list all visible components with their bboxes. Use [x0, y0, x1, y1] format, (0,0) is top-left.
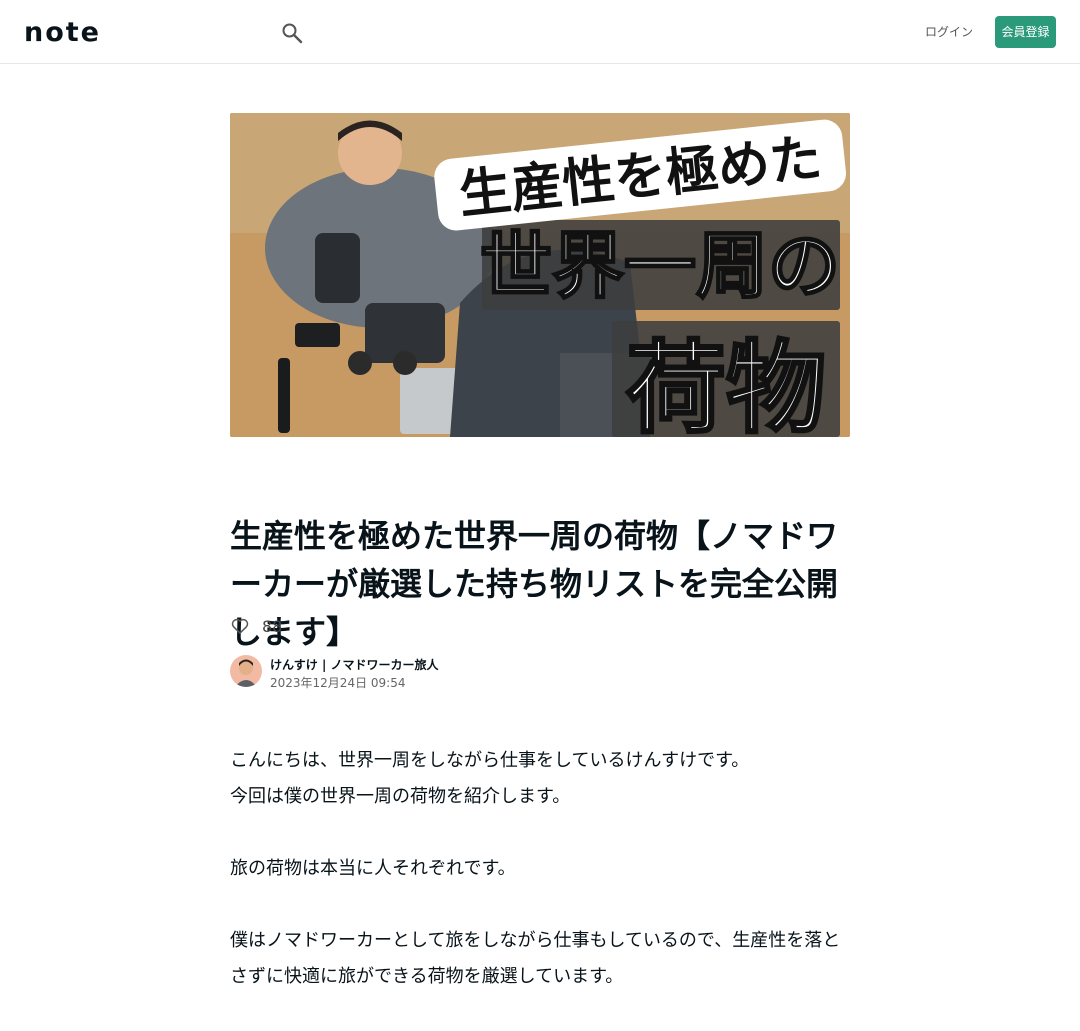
- hero-caption-3: 荷物: [626, 329, 826, 437]
- hero-illustration: 生産性を極めた 世界一周の 荷物: [230, 113, 850, 437]
- article-title: 生産性を極めた世界一周の荷物【ノマドワーカーが厳選した持ち物リストを完全公開しま…: [230, 517, 839, 651]
- site-header: note ログイン 会員登録: [0, 0, 1080, 64]
- article-body: こんにちは、世界一周をしながら仕事をしているけんすけです。 今回は僕の世界一周の…: [230, 743, 850, 1031]
- note-logo[interactable]: note: [24, 20, 124, 44]
- paragraph: こんにちは、世界一周をしながら仕事をしているけんすけです。 今回は僕の世界一周の…: [230, 750, 750, 807]
- heart-icon[interactable]: [230, 616, 250, 636]
- paragraph: 僕はノマドワーカーとして旅をしながら仕事もしているので、生産性を落とさずに快適に…: [230, 930, 841, 987]
- post-date: 2023年12月24日 09:54: [270, 676, 406, 690]
- paragraph: 旅の荷物は本当に人それぞれです。: [230, 858, 516, 879]
- hero-image: 生産性を極めた 世界一周の 荷物: [230, 113, 850, 437]
- search-icon[interactable]: [280, 21, 304, 45]
- like-row: 88: [230, 614, 282, 638]
- hero-caption-2: 世界一周の: [480, 223, 840, 308]
- author-avatar[interactable]: [230, 655, 262, 687]
- login-link[interactable]: ログイン: [924, 20, 974, 44]
- like-count: 88: [262, 616, 283, 636]
- author-name[interactable]: けんすけ | ノマドワーカー旅人: [270, 656, 439, 673]
- signup-button[interactable]: 会員登録: [995, 16, 1056, 48]
- logo-text: note: [24, 20, 101, 44]
